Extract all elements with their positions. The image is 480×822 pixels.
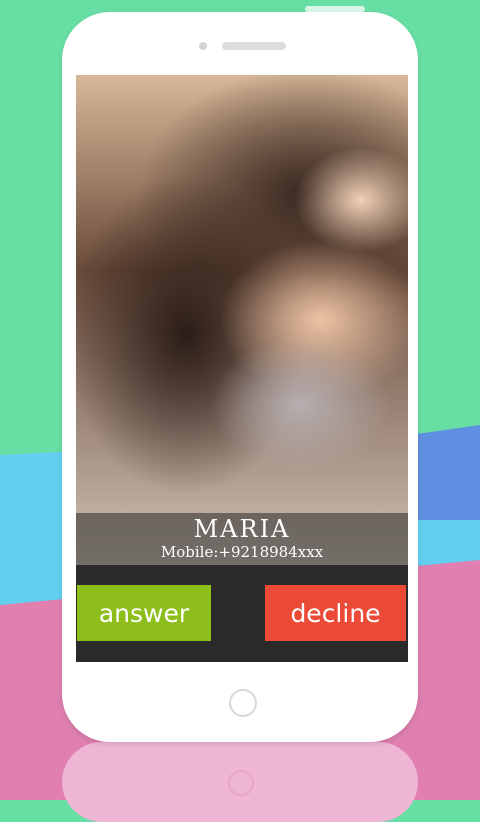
front-camera-icon [199, 42, 207, 50]
caller-number: Mobile:+9218984xxx [160, 543, 324, 561]
caller-photo [76, 75, 408, 565]
caller-name: MARIA [193, 515, 291, 543]
decline-button[interactable]: decline [265, 585, 406, 641]
answer-button[interactable]: answer [77, 585, 211, 641]
power-button [305, 6, 365, 12]
home-button-icon[interactable] [229, 689, 257, 717]
speaker-icon [222, 42, 286, 50]
incoming-call-screen: MARIA Mobile:+9218984xxx answer decline [76, 75, 408, 662]
reflection-home-icon [228, 770, 254, 796]
call-action-bar: answer decline [76, 565, 408, 662]
